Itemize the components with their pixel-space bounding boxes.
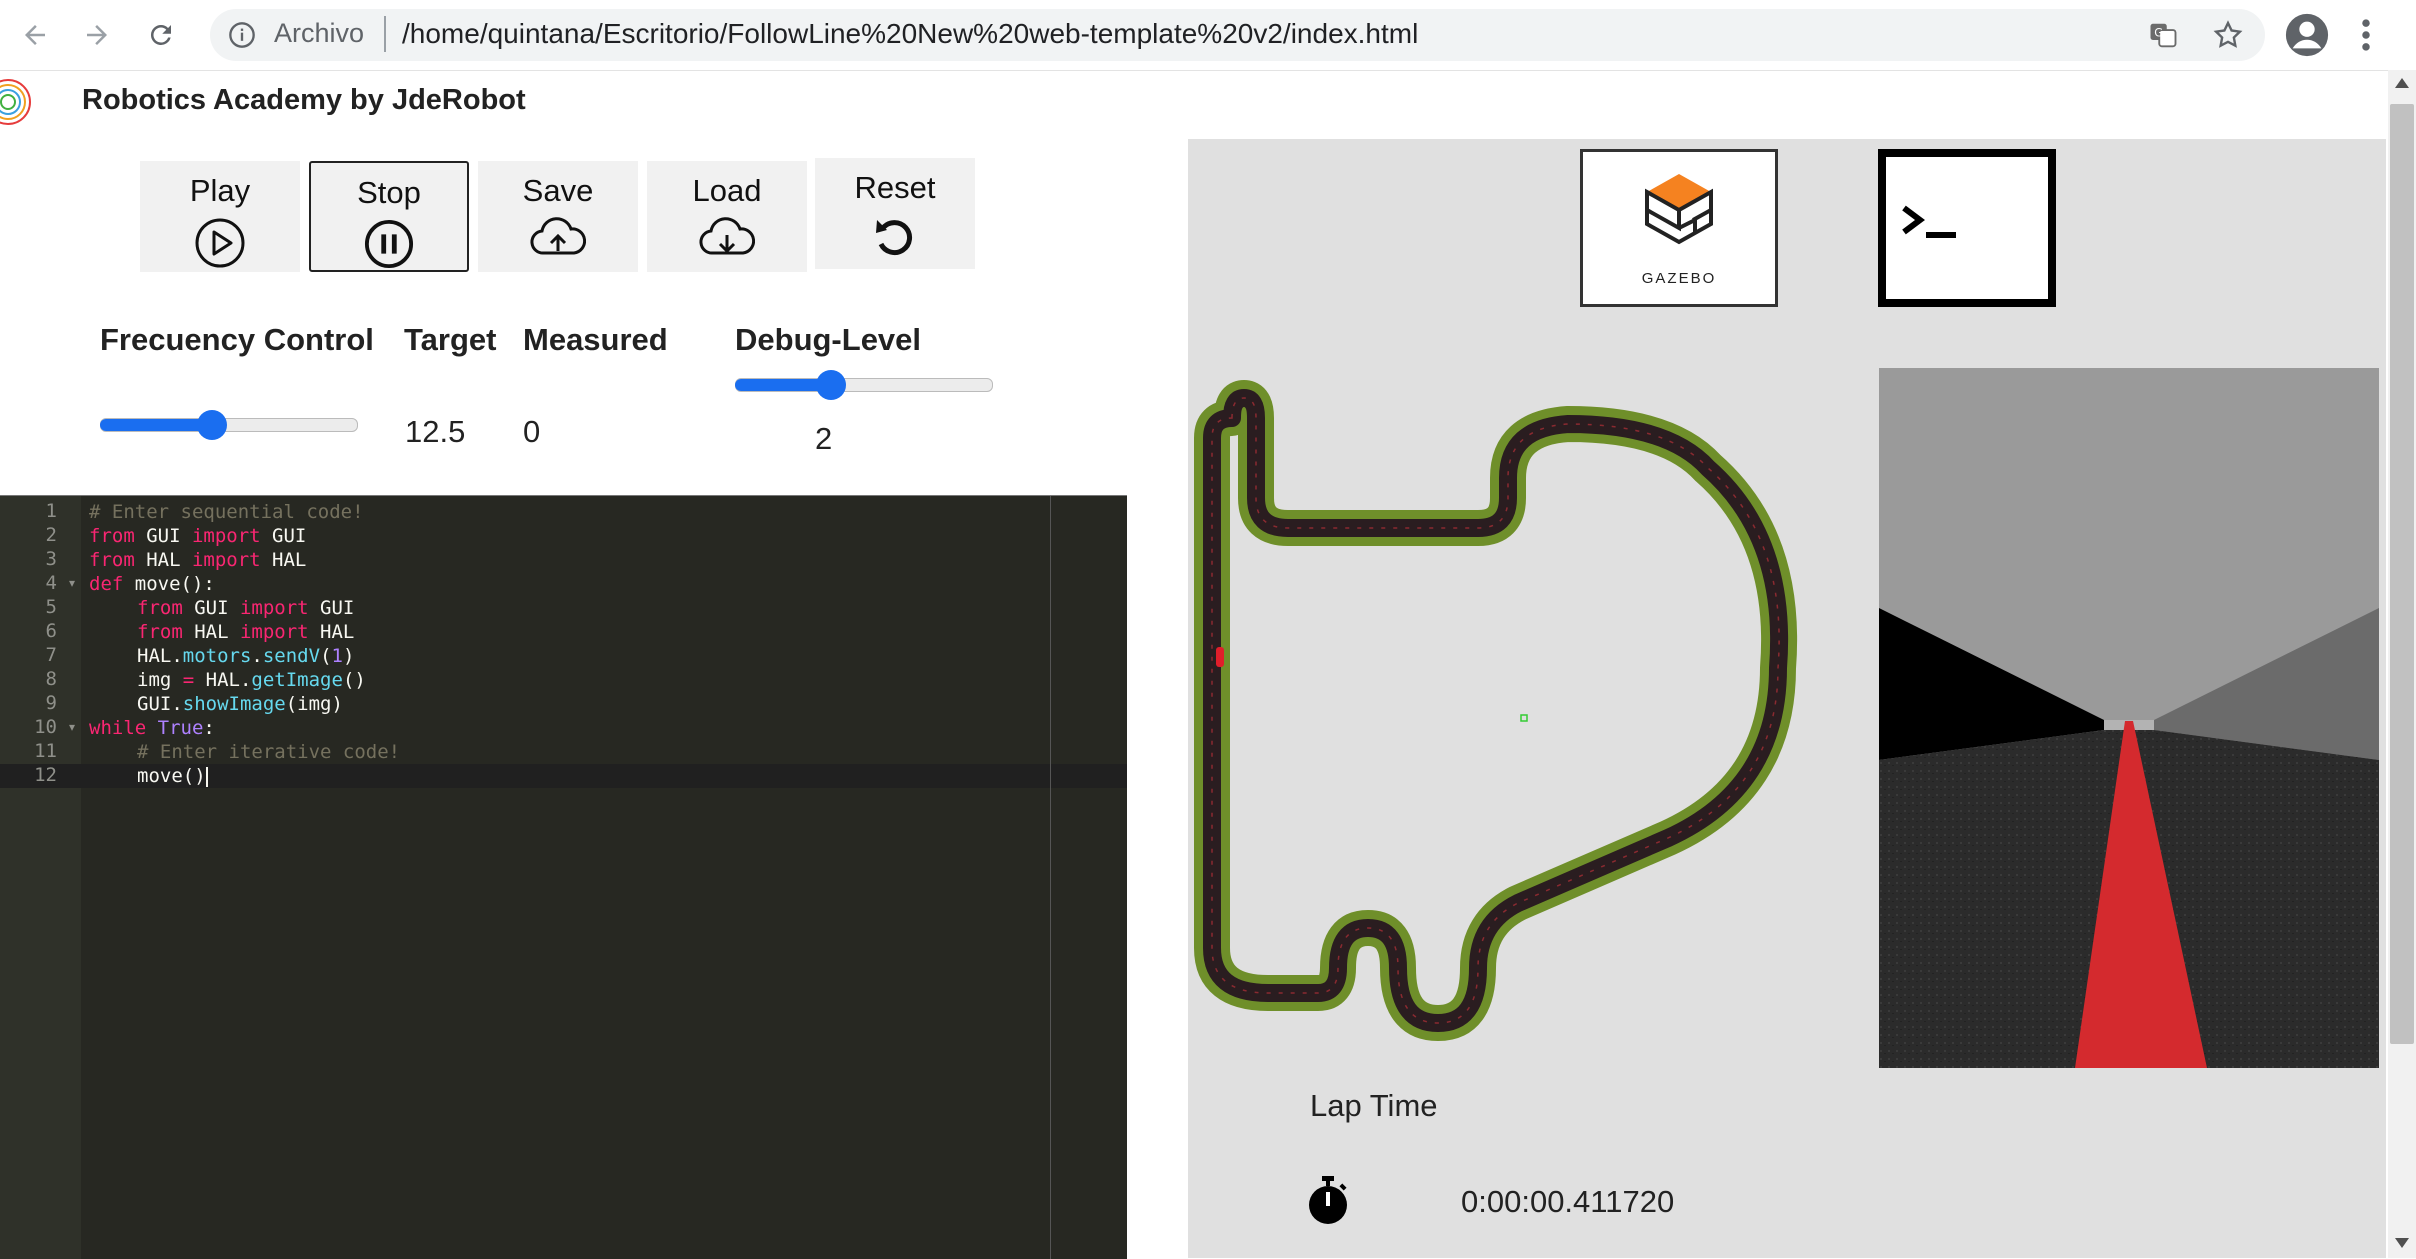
load-button[interactable]: Load [647,161,807,272]
reload-button[interactable] [136,10,186,60]
code-line-9: GUI.showImage(img) [137,693,343,715]
frequency-control-header: Frecuency Control [100,322,374,357]
terminal-icon [1902,205,1956,238]
jderobot-logo [0,78,36,126]
code-line-8: img = HAL.getImage() [137,669,366,691]
arrow-left-icon [25,25,45,45]
code-line-2: from GUI import GUI [89,525,307,547]
code-line-7: HAL.motors.sendV(1) [137,645,355,667]
code-line-6: from HAL import HAL [137,621,355,643]
car-marker [1216,647,1224,667]
url-text[interactable]: /home/quintana/Escritorio/FollowLine%20N… [402,18,1418,50]
address-separator [384,16,386,52]
text-cursor [205,766,208,787]
lap-time-label: Lap Time [1310,1088,1438,1123]
measured-value: 0 [523,414,541,449]
translate-icon[interactable]: G [2148,20,2178,55]
frequency-slider[interactable] [100,409,358,441]
reset-label: Reset [854,170,936,205]
svg-text:G: G [2154,26,2163,39]
stopwatch-icon [1306,1176,1350,1226]
debug-level-slider-thumb[interactable] [816,370,846,400]
console-button[interactable] [1878,149,2056,307]
undo-icon [876,220,912,256]
save-label: Save [522,173,594,208]
target-header: Target [404,322,497,357]
page-scheme-label: Archivo [274,18,365,48]
back-button[interactable] [10,10,60,60]
pause-icon [364,219,414,269]
line-number: 6 [45,620,57,642]
fold-arrow-icon[interactable]: ▾ [69,720,75,734]
code-line-10: while True: [89,717,215,739]
target-value: 12.5 [405,414,466,449]
line-number: 4 [45,572,57,594]
line-number: 2 [45,524,57,546]
cloud-upload-icon [530,217,586,255]
line-number: 10 [34,716,57,738]
play-label: Play [189,173,251,208]
line-number: 5 [45,596,57,618]
code-editor[interactable]: 1 2 3 4 ▾ 5 6 7 8 9 10 ▾ 11 12 # Enter sequential cod… [0,495,1127,1259]
stop-button[interactable]: Stop [309,161,469,272]
code-line-5: from GUI import GUI [137,597,355,619]
debug-level-slider[interactable] [735,369,993,401]
fold-arrow-icon[interactable]: ▾ [69,576,75,590]
debug-level-header: Debug-Level [735,322,922,357]
star-icon[interactable] [2212,19,2244,56]
line-number: 11 [34,740,57,762]
code-line-3: from HAL import HAL [89,549,307,571]
reset-button[interactable]: Reset [815,158,975,269]
gazebo-logo-icon [1645,174,1713,245]
line-number: 1 [45,500,57,522]
scrollbar-thumb[interactable] [2390,104,2414,1044]
line-number: 9 [45,692,57,714]
profile-avatar-icon[interactable] [2284,12,2330,63]
scroll-down-icon [2395,1238,2409,1248]
debug-level-value: 2 [815,421,833,456]
scroll-up-icon [2395,78,2409,88]
circuit-map [1188,368,1878,1067]
gazebo-label: GAZEBO [1641,270,1717,287]
menu-kebab-icon[interactable] [2360,18,2372,57]
camera-view [1879,368,2379,1068]
code-line-12: move() [137,765,208,787]
frequency-slider-thumb[interactable] [197,410,227,440]
line-number: 7 [45,644,57,666]
reload-icon [150,24,171,45]
browser-toolbar: Archivo /home/quintana/Escritorio/Follow… [0,0,2416,71]
info-icon[interactable] [228,21,256,54]
line-number: 12 [34,764,57,786]
print-margin [1050,496,1051,1259]
play-button[interactable]: Play [140,161,300,272]
play-icon [195,218,245,268]
stop-label: Stop [357,175,421,210]
load-label: Load [692,173,762,208]
editor-gutter [0,496,81,1259]
line-number: 8 [45,668,57,690]
forward-button[interactable] [72,10,122,60]
cloud-download-icon [699,217,755,255]
gazebo-button[interactable]: GAZEBO [1580,149,1778,307]
code-line-1: # Enter sequential code! [89,501,364,523]
measured-header: Measured [523,322,668,357]
code-line-11: # Enter iterative code! [137,741,401,763]
code-line-4: def move(): [89,573,215,595]
app-title: Robotics Academy by JdeRobot [82,84,526,116]
arrow-right-icon [87,25,107,45]
save-button[interactable]: Save [478,161,638,272]
lap-time-value: 0:00:00.411720 [1461,1184,1675,1219]
line-number: 3 [45,548,57,570]
